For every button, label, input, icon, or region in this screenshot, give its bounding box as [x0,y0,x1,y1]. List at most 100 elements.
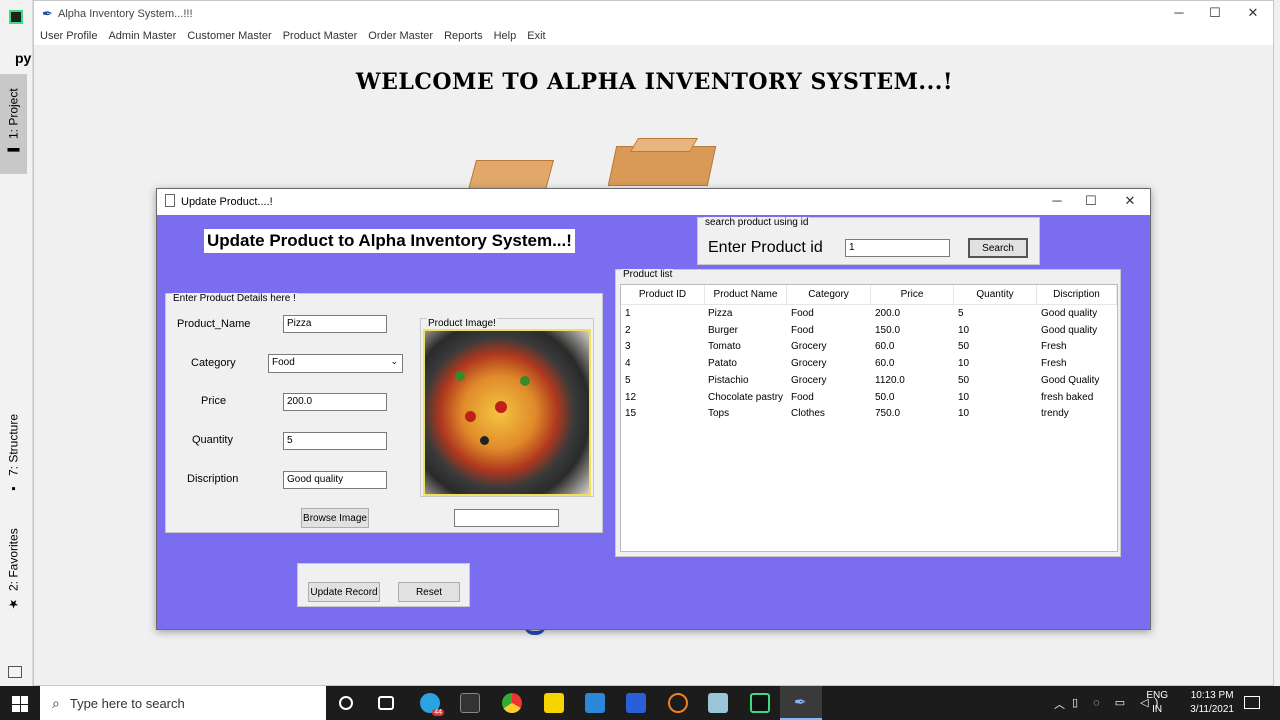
sticky-notes-icon[interactable] [544,693,564,713]
column-header-quantity[interactable]: Quantity [954,285,1037,305]
cell-product-name: Burger [708,324,739,336]
column-header-category[interactable]: Category [787,285,871,305]
cell-price: 150.0 [875,324,901,336]
maximize-icon[interactable]: ☐ [1196,5,1234,23]
pycharm-icon[interactable] [9,10,23,24]
cell-product-name: Tops [708,408,730,420]
telegram-icon[interactable]: 44 [420,693,444,716]
clock-date: 3/11/2021 [1190,704,1234,715]
taskbar-search[interactable]: ⌕ Type here to search [40,686,326,720]
menu-reports[interactable]: Reports [444,30,483,42]
language-code: ENG [1146,690,1168,701]
quantity-input[interactable]: 5 [283,432,387,450]
feather-taskbar-icon: ✒ [794,694,807,711]
boxes-illustration [434,136,764,196]
mail-icon[interactable] [585,693,605,713]
cell-price: 200.0 [875,308,901,319]
feather-icon: ✒ [42,6,53,21]
product-details-frame: Enter Product Details here ! Product_Nam… [165,293,603,533]
python-active-app[interactable]: ✒ [780,686,822,720]
search-icon: ⌕ [52,694,60,711]
chrome-icon[interactable] [502,693,522,713]
quantity-label: Quantity [192,434,233,446]
editor-gutter [1274,0,1280,686]
ide-tab-favorites[interactable]: ★ 2: Favorites [0,520,27,620]
image-path-input[interactable] [454,509,559,527]
tray-chevron-up-icon[interactable]: ︿ [1054,696,1065,712]
anaconda-icon[interactable] [668,693,688,713]
terminal-app-icon[interactable] [460,693,480,713]
product-table[interactable]: Product ID Product Name Category Price Q… [620,284,1118,552]
menu-help[interactable]: Help [494,30,517,42]
cell-description: Good Quality [1041,374,1100,386]
cell-price: 50.0 [875,391,895,403]
description-input[interactable]: Good quality [283,471,387,489]
document-icon [165,194,175,207]
cell-description: Fresh [1041,358,1067,370]
price-input[interactable]: 200.0 [283,393,387,411]
dialog-close-icon[interactable]: ✕ [1111,193,1149,211]
cell-description: Good quality [1041,308,1098,319]
product-name-input[interactable]: Pizza [283,315,387,333]
notification-icon[interactable] [1244,696,1260,709]
cell-description: Fresh [1041,341,1067,353]
terminal-icon[interactable] [8,666,22,678]
ide-tab-structure[interactable]: ▪ 7: Structure [0,405,27,505]
menu-user-profile[interactable]: User Profile [40,30,97,42]
reset-button[interactable]: Reset [398,582,460,602]
language-indicator[interactable]: ENG IN [1146,689,1168,717]
minimize-icon[interactable]: ─ [1160,5,1198,23]
table-row[interactable]: 15 Tops Clothes 750.0 10 trendy [621,406,1117,423]
column-header-price[interactable]: Price [871,285,954,305]
word-icon[interactable] [626,693,646,713]
cell-description: Good quality [1041,324,1098,336]
table-row[interactable]: 4 Patato Grocery 60.0 10 Fresh [621,356,1117,373]
taskbar: ⌕ Type here to search 44 ✒ ︿ ▯ ◌ ▭ ◁) EN… [0,686,1280,720]
clock[interactable]: 10:13 PM 3/11/2021 [1190,689,1234,717]
product-id-input[interactable]: 1 [845,239,950,257]
cortana-icon[interactable] [339,696,353,710]
update-record-button[interactable]: Update Record [308,582,380,602]
menu-admin-master[interactable]: Admin Master [108,30,176,42]
table-row[interactable]: 3 Tomato Grocery 60.0 50 Fresh [621,339,1117,356]
browse-image-button[interactable]: Browse Image [301,508,369,528]
pizza-image [423,329,591,496]
category-select[interactable]: Food ⌄ [268,354,403,373]
update-product-dialog: Update Product....! ─ ☐ ✕ Update Product… [156,188,1151,630]
table-row[interactable]: 2 Burger Food 150.0 10 Good quality [621,323,1117,340]
product-name-label: Product_Name [177,318,251,330]
menu-exit[interactable]: Exit [527,30,545,42]
windows-start-icon[interactable] [12,696,28,712]
column-header-product-id[interactable]: Product ID [621,285,705,305]
cell-product-id: 3 [625,341,631,353]
menubar: User Profile Admin Master Customer Maste… [34,27,1273,45]
category-value: Food [272,357,295,368]
cell-price: 60.0 [875,341,895,353]
task-view-icon[interactable] [378,696,394,710]
notes-icon[interactable] [708,693,728,713]
search-frame: search product using id Enter Product id… [697,217,1040,265]
close-icon[interactable]: ✕ [1234,5,1272,23]
pycharm-taskbar-icon[interactable] [750,693,770,713]
table-row[interactable]: 12 Chocolate pastry Food 50.0 10 fresh baked [621,390,1117,407]
search-button[interactable]: Search [968,238,1028,258]
cell-quantity: 10 [958,391,970,403]
ide-tab-project[interactable]: ▬ 1: Project [0,74,27,174]
menu-order-master[interactable]: Order Master [368,30,433,42]
cell-quantity: 50 [958,374,970,386]
menu-customer-master[interactable]: Customer Master [187,30,271,42]
cell-category: Food [791,308,814,319]
column-header-description[interactable]: Discription [1037,285,1117,305]
table-row[interactable]: 1 Pizza Food 200.0 5 Good quality [621,306,1117,323]
table-row[interactable]: 5 Pistachio Grocery 1120.0 50 Good Quality [621,373,1117,390]
column-header-product-name[interactable]: Product Name [705,285,787,305]
menu-product-master[interactable]: Product Master [283,30,358,42]
ide-tab-favorites-label: 2: Favorites [6,528,21,592]
cell-product-name: Tomato [708,341,741,353]
cell-price: 60.0 [875,358,895,370]
cell-product-id: 2 [625,324,631,336]
dialog-minimize-icon[interactable]: ─ [1038,193,1076,211]
region-code: IN [1152,704,1163,715]
dialog-maximize-icon[interactable]: ☐ [1072,193,1110,211]
cell-product-id: 1 [625,308,631,319]
